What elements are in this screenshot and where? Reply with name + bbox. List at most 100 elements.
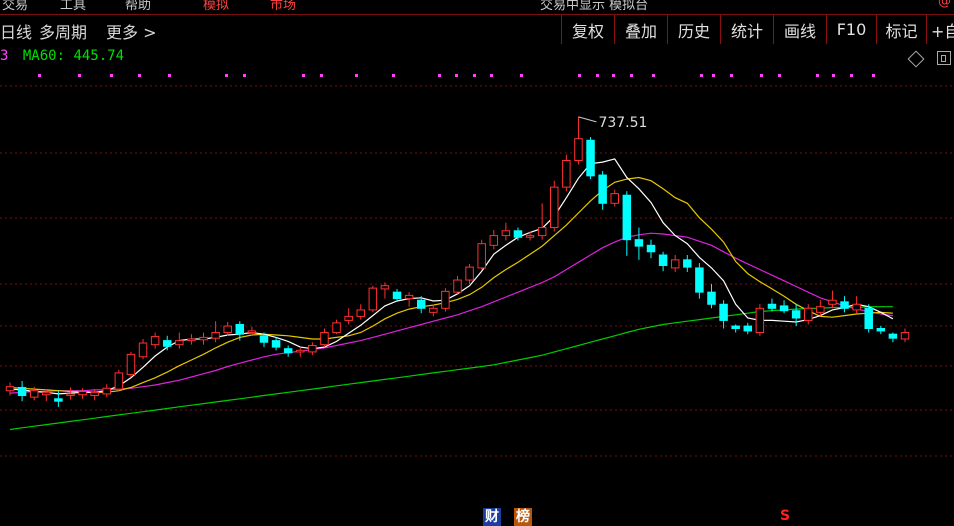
sell-signal-marker[interactable]: S xyxy=(780,508,790,524)
candle-body xyxy=(646,244,656,253)
candle xyxy=(707,284,716,309)
draw-line-button[interactable]: 画线 xyxy=(773,15,826,44)
candle-body xyxy=(126,353,136,376)
tab-simulation[interactable]: 模拟 xyxy=(203,0,229,13)
candle-body xyxy=(670,259,680,269)
candle xyxy=(368,285,378,313)
candle xyxy=(102,384,112,398)
candle-body xyxy=(29,390,39,398)
candle-body xyxy=(162,340,172,347)
ma5-line xyxy=(9,158,894,395)
candle xyxy=(78,388,87,399)
ma60-label: MA60: 445.74 xyxy=(22,48,125,64)
history-button[interactable]: 历史 xyxy=(667,15,720,44)
multi-period-button[interactable]: 多周期 xyxy=(39,19,87,43)
annotations: 737.51 xyxy=(578,115,647,131)
top-menu-strip: 交易 工具 帮助 模拟 市场 交易中显示 模拟台 @ xyxy=(0,0,954,15)
candle-body xyxy=(610,193,619,204)
marker-dot xyxy=(612,74,615,77)
candle xyxy=(840,296,849,313)
candle xyxy=(429,304,438,317)
candle xyxy=(574,116,583,165)
layout-icon[interactable] xyxy=(937,51,951,65)
marker-dot xyxy=(302,74,305,77)
candle-body xyxy=(489,235,499,246)
candle-body xyxy=(308,344,317,353)
f10-button[interactable]: F10 xyxy=(826,15,876,44)
marker-dot xyxy=(110,74,113,77)
ma-indicator-row: 3 MA60: 445.74 xyxy=(0,48,124,64)
candle xyxy=(199,332,208,345)
ma10-line xyxy=(9,176,893,393)
candle xyxy=(598,171,607,210)
candle xyxy=(356,304,365,320)
menu-item-help[interactable]: 帮助 xyxy=(125,0,151,13)
menu-item-trade[interactable]: 交易 xyxy=(2,0,28,13)
candle-body xyxy=(537,227,547,237)
top-right-icon[interactable]: @ xyxy=(938,0,951,9)
candle xyxy=(283,345,293,357)
candle xyxy=(537,203,547,240)
marker-dot xyxy=(355,74,358,77)
marker-dot xyxy=(455,74,458,77)
candle-body xyxy=(392,291,402,300)
period-daily-button[interactable]: 日线 xyxy=(0,19,32,43)
overlay-button[interactable]: 叠加 xyxy=(614,15,667,44)
candle-body xyxy=(658,254,668,266)
candle-body xyxy=(900,332,910,340)
candle-body xyxy=(17,386,27,397)
candle-body xyxy=(803,307,813,321)
candle-body xyxy=(175,340,184,346)
candle-body xyxy=(102,387,112,395)
diamond-icon[interactable] xyxy=(907,50,925,68)
marker-dot xyxy=(473,74,476,77)
marker-dot xyxy=(730,74,733,77)
candle xyxy=(441,288,450,312)
fuquan-button[interactable]: 复权 xyxy=(561,15,614,44)
candle-body xyxy=(368,287,378,311)
candle-body xyxy=(767,303,777,309)
candle-body xyxy=(283,348,293,354)
mark-button[interactable]: 标记 xyxy=(876,15,926,44)
candle-body xyxy=(888,333,898,339)
ranking-badge[interactable]: 榜 xyxy=(514,508,532,526)
candle xyxy=(380,282,390,299)
marker-dot xyxy=(700,74,703,77)
candle-body xyxy=(78,391,87,396)
candle-body xyxy=(501,230,511,237)
candle-body xyxy=(864,307,873,330)
marker-dot xyxy=(596,74,599,77)
statistics-button[interactable]: 统计 xyxy=(720,15,773,44)
candle-body xyxy=(211,332,220,339)
candle xyxy=(610,189,619,207)
candle-body xyxy=(525,235,535,238)
candle xyxy=(876,326,886,335)
candle-body xyxy=(634,239,644,247)
tab-market[interactable]: 市场 xyxy=(270,0,296,13)
top-center-text: 交易中显示 模拟台 xyxy=(540,0,649,13)
finance-badge[interactable]: 财 xyxy=(483,508,501,526)
candlestick-chart[interactable]: 737.51 xyxy=(0,66,954,506)
candle-body xyxy=(622,194,632,241)
add-custom-button[interactable]: +自 xyxy=(926,15,954,44)
more-button[interactable]: 更多 > xyxy=(106,19,157,43)
candle xyxy=(900,328,910,343)
candle-body xyxy=(719,303,728,321)
menu-item-tools[interactable]: 工具 xyxy=(60,0,86,13)
candle-body xyxy=(465,266,474,281)
candle-body xyxy=(574,138,583,161)
candle xyxy=(743,322,753,335)
marker-dot xyxy=(320,74,323,77)
marker-dot xyxy=(78,74,81,77)
marker-dot xyxy=(243,74,246,77)
candle xyxy=(489,229,499,250)
candle-body xyxy=(441,290,450,309)
candle-body xyxy=(54,398,63,402)
candle-body xyxy=(513,230,523,238)
candle xyxy=(175,332,184,349)
candle-body xyxy=(66,393,75,397)
candle xyxy=(138,339,148,360)
candle-body xyxy=(344,315,353,321)
candle xyxy=(767,298,777,312)
candle-body xyxy=(852,303,861,311)
